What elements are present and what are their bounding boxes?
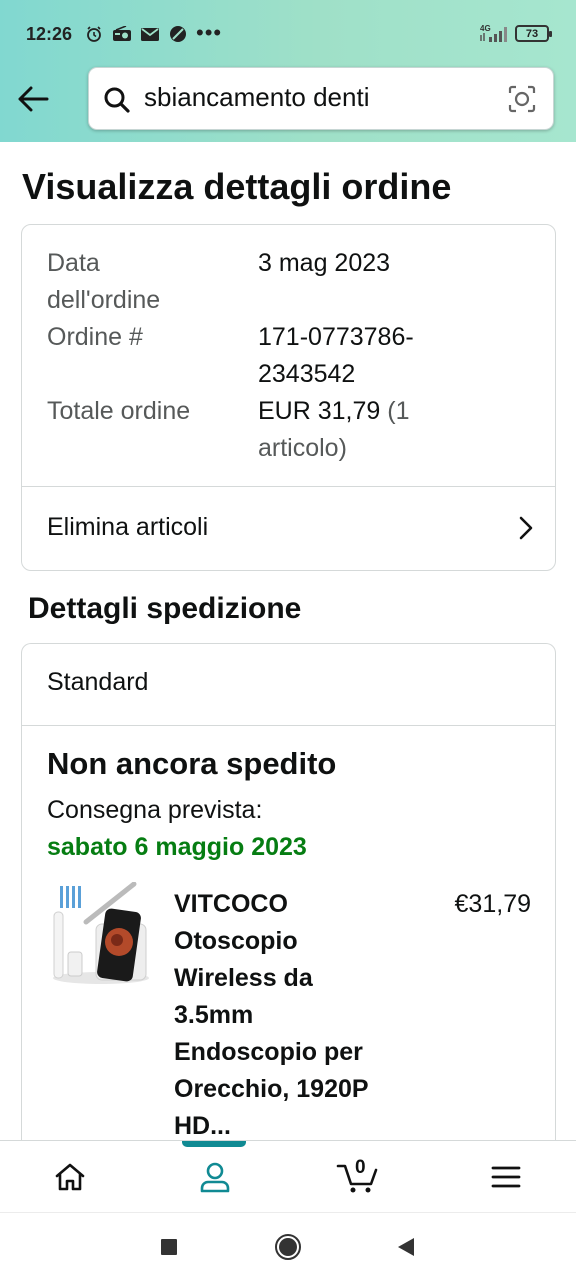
back-button[interactable] <box>14 80 52 118</box>
nav-menu[interactable] <box>456 1141 556 1213</box>
product-title-line: Otoscopio <box>174 927 298 955</box>
search-bar[interactable] <box>88 67 554 130</box>
order-number-line2: 2343542 <box>258 360 356 388</box>
product-title-line: Endoscopio per <box>174 1038 363 1066</box>
product-title[interactable]: VITCOCO Otoscopio Wireless da 3.5mm Endo… <box>174 886 404 1145</box>
product-title-line: Orecchio, 1920P <box>174 1075 369 1103</box>
order-number-label: Ordine # <box>47 323 143 351</box>
order-total-value: EUR 31,79 (1 articolo) <box>258 393 538 467</box>
nav-account[interactable] <box>165 1141 265 1213</box>
chevron-right-icon <box>519 516 533 540</box>
order-date-value: 3 mag 2023 <box>258 249 391 277</box>
status-time: 12:26 <box>26 24 73 44</box>
circle-icon <box>275 1234 301 1260</box>
menu-icon <box>491 1166 521 1188</box>
home-icon <box>55 1163 85 1191</box>
back-arrow-icon <box>18 86 49 112</box>
search-icon <box>104 87 130 113</box>
home-system-button[interactable] <box>270 1231 306 1263</box>
recents-button[interactable] <box>151 1231 187 1263</box>
product-price: €31,79 <box>454 890 531 918</box>
order-number-value: 171-0773786- 2343542 <box>258 319 538 393</box>
order-summary-card: Data dell'ordine 3 mag 2023 Ordine # 171… <box>21 224 556 571</box>
product-title-line: 3.5mm <box>174 1001 254 1029</box>
system-navigation-bar <box>0 1212 576 1280</box>
delivery-date: sabato 6 maggio 2023 <box>47 833 307 861</box>
remove-items-label: Elimina articoli <box>47 513 209 541</box>
alarm-icon <box>84 24 104 44</box>
battery-indicator: 73 <box>515 25 552 42</box>
shipping-card: Standard Non ancora spedito Consegna pre… <box>21 643 556 1163</box>
nav-home[interactable] <box>20 1141 120 1213</box>
bottom-navigation <box>0 1140 576 1212</box>
square-icon <box>161 1239 177 1255</box>
radio-icon <box>112 24 132 44</box>
back-system-button[interactable] <box>388 1231 424 1263</box>
product-title-line: Wireless da <box>174 964 313 992</box>
order-total-count-suffix: articolo) <box>258 434 347 462</box>
triangle-back-icon <box>398 1238 414 1256</box>
camera-search-icon[interactable] <box>507 84 537 114</box>
account-icon <box>200 1162 230 1193</box>
product-title-line: VITCOCO <box>174 890 288 918</box>
shipping-method: Standard <box>47 668 149 696</box>
status-icons <box>84 24 188 44</box>
more-notifications-icon: ••• <box>196 20 223 45</box>
shipment-status: Non ancora spedito <box>47 746 337 781</box>
order-total-label: Totale ordine <box>47 397 191 425</box>
status-bar: 12:26 ••• 4G 73 <box>0 0 576 66</box>
page-title: Visualizza dettagli ordine <box>22 166 452 207</box>
remove-items-row[interactable]: Elimina articoli <box>22 487 555 571</box>
cart-count-badge: 0 <box>355 1157 366 1178</box>
shipping-section-title: Dettagli spedizione <box>28 592 302 625</box>
signal-icon: 4G <box>478 22 510 49</box>
order-date-label-line2: dell'ordine <box>47 286 161 314</box>
app-header: 12:26 ••• 4G 73 sbiancamento denti <box>0 0 576 142</box>
order-date-label: Data dell'ordine <box>47 245 160 319</box>
product-image[interactable] <box>46 882 150 988</box>
order-number-line1: 171-0773786- <box>258 323 414 351</box>
card-divider <box>22 725 555 726</box>
order-date-label-line1: Data <box>47 249 100 277</box>
search-input[interactable] <box>144 82 484 113</box>
svg-text:4G: 4G <box>480 24 491 33</box>
app-notification-icon <box>168 24 188 44</box>
order-total-count-prefix: (1 <box>380 397 410 425</box>
order-total-amount: EUR 31,79 <box>258 397 381 425</box>
mail-icon <box>140 24 160 44</box>
delivery-label: Consegna prevista: <box>47 796 263 824</box>
